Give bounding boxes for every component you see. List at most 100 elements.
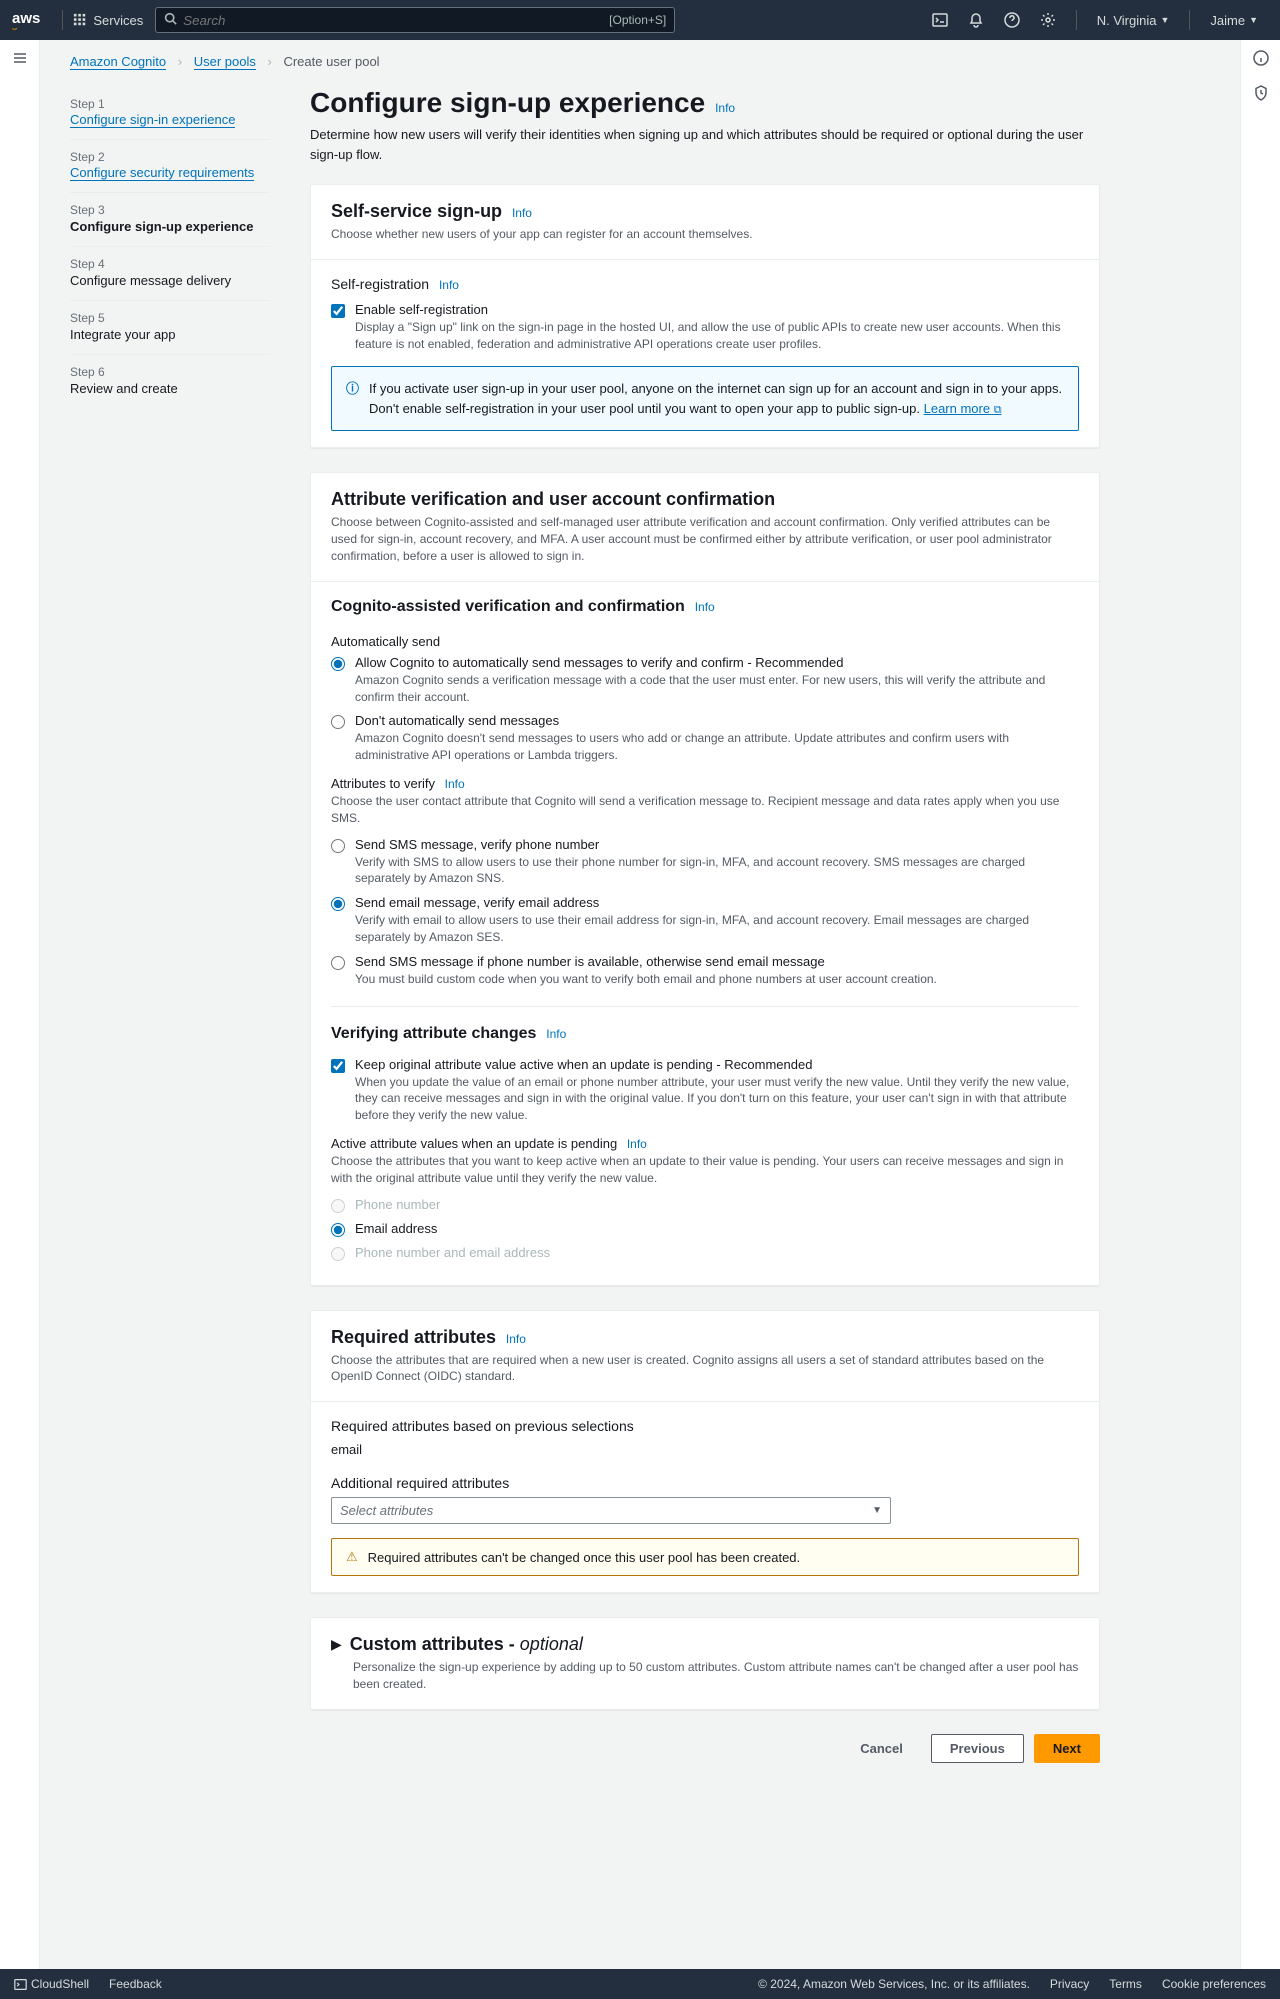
services-menu[interactable]: Services: [73, 13, 143, 28]
grid-icon: [73, 13, 87, 27]
auto-send-label: Automatically send: [331, 634, 1079, 649]
step-link-security[interactable]: Configure security requirements: [70, 165, 254, 181]
section-title: Cognito-assisted verification and confir…: [331, 598, 685, 615]
wizard-footer-buttons: Cancel Previous Next: [310, 1734, 1100, 1763]
step-review: Review and create: [70, 381, 270, 396]
step-number: Step 5: [70, 311, 270, 325]
radio-active-email[interactable]: [331, 1223, 345, 1237]
right-panel: [1240, 40, 1280, 1969]
left-panel-toggle[interactable]: [0, 40, 40, 1969]
page-description: Determine how new users will verify thei…: [310, 125, 1100, 164]
chevron-right-icon: ›: [267, 54, 271, 69]
info-link[interactable]: Info: [512, 206, 532, 220]
enable-self-registration-checkbox[interactable]: [331, 304, 345, 318]
breadcrumb-current: Create user pool: [283, 54, 379, 69]
search-icon: [164, 12, 177, 28]
chevron-right-icon: ›: [178, 54, 182, 69]
attrs-to-verify-desc: Choose the user contact attribute that C…: [331, 793, 1079, 827]
help-panel-icon[interactable]: [1241, 50, 1280, 69]
page-footer: CloudShell Feedback © 2024, Amazon Web S…: [0, 1969, 1280, 1999]
active-attrs-desc: Choose the attributes that you want to k…: [331, 1153, 1079, 1187]
search-input[interactable]: [183, 13, 609, 28]
info-icon: ⓘ: [346, 379, 359, 418]
info-link[interactable]: Info: [445, 777, 465, 791]
previous-button[interactable]: Previous: [931, 1734, 1024, 1763]
settings-icon[interactable]: [1030, 0, 1066, 40]
panel-self-service-signup: Self-service sign-up Info Choose whether…: [310, 184, 1100, 448]
search-shortcut: [Option+S]: [609, 13, 666, 27]
info-link[interactable]: Info: [506, 1332, 526, 1346]
active-attrs-title: Active attribute values when an update i…: [331, 1136, 1079, 1151]
radio-description: Amazon Cognito doesn't send messages to …: [355, 730, 1079, 764]
cloudshell-link[interactable]: CloudShell: [14, 1977, 89, 1991]
prev-selections-value: email: [331, 1442, 1079, 1457]
radio-label: Email address: [355, 1221, 437, 1236]
panel-description: Choose whether new users of your app can…: [331, 226, 1079, 243]
attrs-to-verify-title: Attributes to verify Info: [331, 776, 1079, 791]
step-link-signin[interactable]: Configure sign-in experience: [70, 112, 235, 128]
step-number: Step 2: [70, 150, 270, 164]
radio-label: Send SMS message if phone number is avai…: [355, 954, 937, 969]
step-message-delivery: Configure message delivery: [70, 273, 270, 288]
info-link[interactable]: Info: [715, 101, 735, 115]
info-alert: ⓘ If you activate user sign-up in your u…: [331, 366, 1079, 431]
info-link[interactable]: Info: [439, 278, 459, 292]
radio-auto-send-no[interactable]: [331, 715, 345, 729]
radio-auto-send-yes[interactable]: [331, 657, 345, 671]
radio-description: Verify with SMS to allow users to use th…: [355, 854, 1079, 888]
page-title: Configure sign-up experience: [310, 87, 705, 118]
panel-description: Personalize the sign-up experience by ad…: [353, 1659, 1079, 1693]
section-title: Verifying attribute changes: [331, 1025, 536, 1042]
learn-more-link[interactable]: Learn more ⧉: [924, 401, 1002, 416]
radio-label: Allow Cognito to automatically send mess…: [355, 655, 1079, 670]
step-number: Step 4: [70, 257, 270, 271]
panel-required-attributes: Required attributes Info Choose the attr…: [310, 1310, 1100, 1594]
search-box[interactable]: [Option+S]: [155, 7, 675, 33]
select-attributes-dropdown[interactable]: Select attributes ▼: [331, 1497, 891, 1524]
panel-description: Choose the attributes that are required …: [331, 1352, 1079, 1386]
user-menu[interactable]: Jaime▼: [1200, 13, 1268, 28]
radio-verify-email[interactable]: [331, 897, 345, 911]
keep-original-checkbox[interactable]: [331, 1059, 345, 1073]
step-number: Step 6: [70, 365, 270, 379]
caret-down-icon: ▼: [1160, 15, 1169, 25]
radio-description: You must build custom code when you want…: [355, 971, 937, 988]
region-selector[interactable]: N. Virginia▼: [1087, 13, 1180, 28]
info-link[interactable]: Info: [546, 1027, 566, 1041]
radio-verify-sms[interactable]: [331, 839, 345, 853]
info-link[interactable]: Info: [695, 600, 715, 614]
checkbox-description: When you update the value of an email or…: [355, 1074, 1079, 1124]
clock-icon[interactable]: [1241, 85, 1280, 104]
help-icon[interactable]: [994, 0, 1030, 40]
warning-icon: ⚠: [346, 1549, 358, 1565]
radio-active-phone: [331, 1199, 345, 1213]
aws-logo[interactable]: aws⌣: [12, 10, 40, 31]
additional-attrs-title: Additional required attributes: [331, 1475, 1079, 1491]
caret-down-icon: ▼: [1249, 15, 1258, 25]
notifications-icon[interactable]: [958, 0, 994, 40]
checkbox-label: Enable self-registration: [355, 302, 1079, 317]
custom-attributes-toggle[interactable]: ▶ Custom attributes - optional: [331, 1634, 1079, 1655]
step-number: Step 3: [70, 203, 270, 217]
breadcrumb-cognito[interactable]: Amazon Cognito: [70, 54, 166, 70]
triangle-down-icon: ▼: [872, 1505, 882, 1516]
checkbox-label: Keep original attribute value active whe…: [355, 1057, 1079, 1072]
copyright: © 2024, Amazon Web Services, Inc. or its…: [758, 1977, 1030, 1991]
radio-description: Amazon Cognito sends a verification mess…: [355, 672, 1079, 706]
feedback-link[interactable]: Feedback: [109, 1977, 162, 1991]
next-button[interactable]: Next: [1034, 1734, 1100, 1763]
checkbox-description: Display a "Sign up" link on the sign-in …: [355, 319, 1079, 353]
breadcrumb-user-pools[interactable]: User pools: [194, 54, 256, 70]
privacy-link[interactable]: Privacy: [1050, 1977, 1089, 1991]
cookie-preferences-link[interactable]: Cookie preferences: [1162, 1977, 1266, 1991]
info-link[interactable]: Info: [627, 1137, 647, 1151]
panel-custom-attributes: ▶ Custom attributes - optional Personali…: [310, 1617, 1100, 1710]
cloudshell-icon[interactable]: [922, 0, 958, 40]
triangle-right-icon: ▶: [331, 1636, 342, 1653]
breadcrumb: Amazon Cognito › User pools › Create use…: [70, 54, 1210, 69]
radio-label: Send SMS message, verify phone number: [355, 837, 1079, 852]
cancel-button[interactable]: Cancel: [842, 1734, 921, 1763]
radio-verify-sms-or-email[interactable]: [331, 956, 345, 970]
terms-link[interactable]: Terms: [1109, 1977, 1142, 1991]
external-link-icon: ⧉: [994, 404, 1002, 416]
